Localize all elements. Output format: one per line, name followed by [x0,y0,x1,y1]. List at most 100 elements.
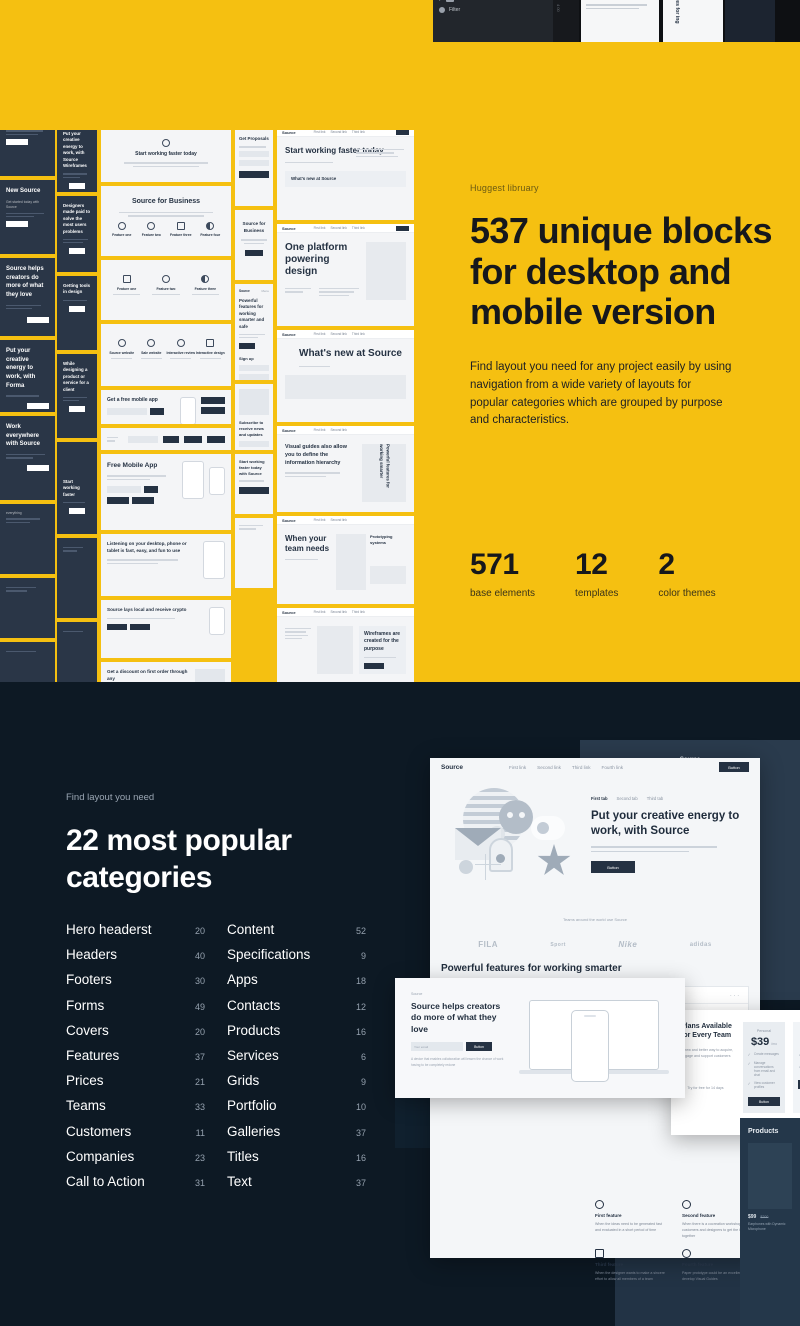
browser-mockup: Source First link Second link Third link… [277,224,414,326]
list-item[interactable]: Specifications 9 [227,947,366,972]
nav-link[interactable]: First link [314,428,326,432]
card-heading: Start working faster today [135,151,197,157]
card-heading: Get Proposals [239,136,269,141]
nav-link[interactable]: Fourth link [602,765,623,770]
chevron-right-icon[interactable] [439,0,442,1]
list-item[interactable]: Content 52 [227,922,366,947]
category-count: 6 [360,1051,366,1062]
canvas-artboard[interactable]: Visual guides also allow you to define t… [581,0,659,42]
product-description: Earphones with Dynamic Microphone [748,1222,786,1232]
wireframe-card [0,130,55,176]
dark-categories-section: Find layout you need 22 most popular cat… [0,682,800,1326]
wireframe-card [0,578,55,638]
stat-item: 571 base elements [470,548,535,599]
wireframe-board: New Source Get started today with Source… [0,130,420,682]
hero-heading: Visual guides also allow you to define t… [285,444,347,466]
nav-link[interactable]: Second link [330,428,346,432]
email-field[interactable]: Your email [411,1042,463,1052]
wireframe-card: Start working faster today [101,130,231,182]
pricing-heading: Plans Available for Every Team [681,1023,732,1040]
list-item[interactable]: Headers 40 [66,947,205,972]
filter-label: Filter [449,7,461,13]
nav-link[interactable]: Third link [352,130,365,134]
nav-link[interactable]: Second link [330,518,346,522]
wireframe-card: everything [0,504,55,574]
email-placeholder: Your email [414,1044,429,1049]
wide-mockup: Source Source helps creators do more of … [395,978,685,1098]
nav-link[interactable]: Third link [352,226,365,230]
nav-link[interactable]: First link [314,610,326,614]
category-count: 20 [194,1026,205,1037]
feature-body: When the designer wants to make a sincer… [595,1271,665,1282]
nav-link[interactable]: First link [314,518,326,522]
header-button[interactable] [396,130,409,135]
filter-control[interactable]: Filter [439,7,547,13]
category-count: 16 [355,1026,366,1037]
hero-heading: Wireframes are created for the purpose [364,631,401,652]
nav-link[interactable]: First link [314,130,326,134]
nav-link[interactable]: Second link [537,765,561,770]
list-item[interactable]: Covers 20 [66,1023,205,1048]
list-item[interactable]: Titles 16 [227,1149,366,1174]
nav-link[interactable]: First link [314,226,326,230]
wireframe-card: Source Menu Powerful features for workin… [235,284,273,380]
hero-cta-button[interactable]: Button [591,861,635,874]
wireframe-card: Put your creative energy to work, with F… [0,340,55,412]
nav-link[interactable]: Third link [352,332,365,336]
list-item[interactable]: Forms 49 [66,998,205,1023]
canvas-artboard[interactable]: rful features for ing smarter [663,0,723,42]
layers-panel[interactable]: Price-18 Price-19 Price-20 Filter [433,0,553,42]
nav-link[interactable]: Second link [330,332,346,336]
plan-feature: Create messages [753,1052,779,1056]
list-item[interactable]: Footers 30 [66,972,205,997]
list-item[interactable]: Products 16 [227,1023,366,1048]
plan-feature: Manage conversations from email and chat [753,1061,775,1077]
nav-link[interactable]: First link [509,765,526,770]
ruler-tick: 4 00 [556,4,561,12]
wireframe-card: While designing a product or service for… [57,354,97,438]
nav-link[interactable]: Second link [330,226,346,230]
nav-link[interactable]: Second link [330,130,346,134]
nav-link[interactable]: Third link [352,610,365,614]
stat-number: 571 [470,548,519,581]
list-item[interactable]: Text 37 [227,1174,366,1199]
header-button[interactable]: Button [719,762,749,772]
list-item[interactable]: Companies 23 [66,1149,205,1174]
canvas-artboard-dark[interactable] [725,0,775,42]
tab-second[interactable]: Second tab [617,796,638,801]
list-item[interactable]: Features 37 [66,1048,205,1073]
mockup-header: Source First link Second link Third link… [430,758,760,776]
category-count: 9 [360,1077,366,1088]
feature-item: First feature When the ideas need to be … [595,1200,668,1239]
signup-button[interactable]: Button [466,1042,492,1052]
nav-link[interactable]: Third link [572,765,591,770]
tab-third[interactable]: Third tab [647,796,664,801]
list-item[interactable]: Teams 33 [66,1098,205,1123]
card-heading: Source for Business [242,221,266,233]
brand-label: Source [282,225,296,231]
list-item[interactable]: Prices 21 [66,1073,205,1098]
list-item[interactable]: Hero headerst 20 [66,922,205,947]
canvas-area[interactable]: Visual guides also allow you to define t… [579,0,800,42]
browser-body: When your team needs Prototyping systems [277,525,414,600]
pricing-plan-card: Personal $39 /mo ✓ Create messages ✓ Manag… [742,1022,786,1113]
pricing-plan-card-secondary: Business $3 ✓Create messages ✓Manage con… [793,1022,800,1113]
list-item[interactable]: Portfolio 10 [227,1098,366,1123]
category-name: Portfolio [227,1098,277,1114]
list-item[interactable]: Customers 11 [66,1124,205,1149]
list-item[interactable]: Call to Action 31 [66,1174,205,1199]
board-column-dark-wide: New Source Get started today with Source… [0,130,55,682]
browser-header: Source First link Second link [277,516,414,525]
nav-link[interactable]: Second link [330,610,346,614]
list-item[interactable]: Contacts 12 [227,998,366,1023]
list-item[interactable]: Galleries 37 [227,1124,366,1149]
list-item[interactable]: Services 6 [227,1048,366,1073]
plan-button[interactable]: Button [747,1097,781,1106]
header-button[interactable] [396,225,409,231]
browser-body: What's new at Source [277,339,414,409]
nav-link[interactable]: First link [314,332,326,336]
list-item[interactable]: Apps 18 [227,972,366,997]
list-item[interactable]: Grids 9 [227,1073,366,1098]
tab-first[interactable]: First tab [591,796,608,801]
layer-row[interactable]: Price-20 [439,0,547,2]
